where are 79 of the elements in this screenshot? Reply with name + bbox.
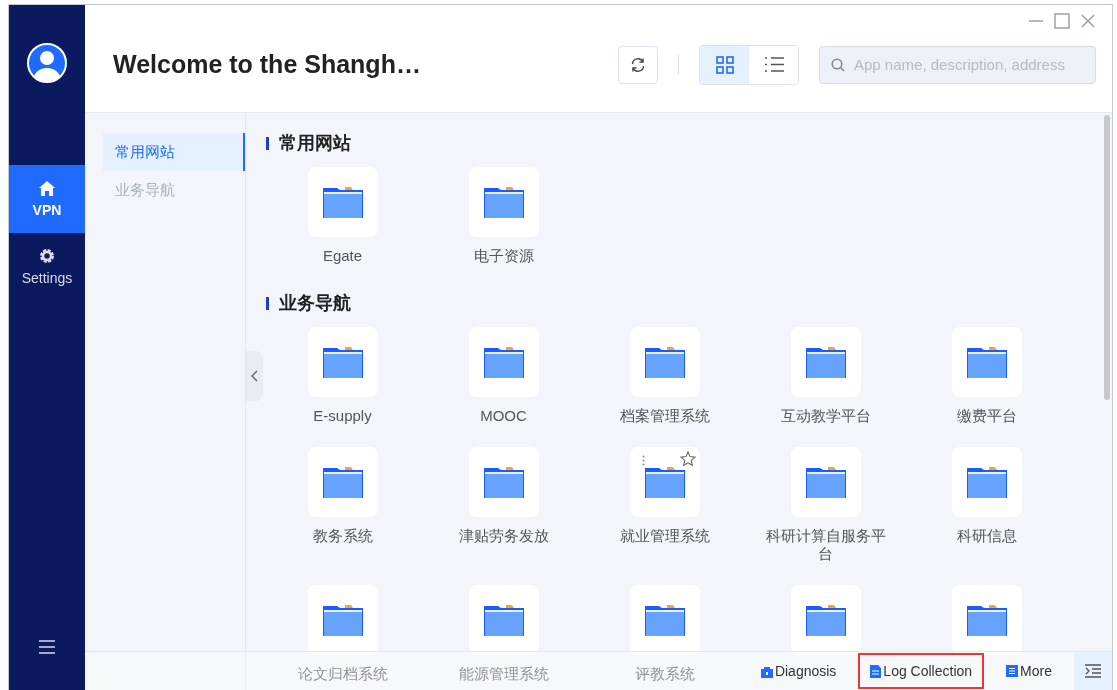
app-label: 津贴劳务发放 [457, 527, 550, 545]
search-field[interactable]: App name, description, address [819, 45, 1096, 84]
app-tile[interactable] [629, 585, 700, 655]
section-title: 业务导航 [279, 292, 351, 315]
app-tile[interactable] [790, 585, 861, 655]
folder-icon [483, 346, 524, 378]
nav-item[interactable]: Settings [9, 233, 85, 301]
footer-link[interactable]: Log Collection [858, 653, 985, 689]
app-tile[interactable] [307, 585, 378, 655]
nav-item[interactable]: VPN [9, 165, 85, 233]
folder-icon [966, 466, 1007, 498]
folder-icon [322, 186, 363, 218]
folder-icon [805, 466, 846, 498]
folder-icon [805, 604, 846, 636]
app-label: 评教系统 [633, 665, 696, 683]
window-title: Welcome to the Shangh… [113, 50, 422, 79]
app-label: 档案管理系统 [618, 407, 711, 425]
folder-icon [483, 466, 524, 498]
home-icon [39, 180, 55, 196]
app-label: 教务系统 [311, 527, 374, 545]
app-tile[interactable] [307, 327, 378, 397]
app-label: 互动教学平台 [779, 407, 872, 425]
folder-icon [322, 346, 363, 378]
drag-handle-icon[interactable] [641, 455, 645, 466]
folder-icon [644, 466, 685, 498]
app-label: 科研信息 [955, 527, 1018, 545]
folder-icon [322, 466, 363, 498]
category-item[interactable]: 常用网站 [103, 133, 245, 171]
app-tile[interactable] [307, 447, 378, 517]
toolbox-icon [760, 664, 773, 678]
folder-icon [483, 604, 524, 636]
footer-link[interactable]: More [994, 653, 1064, 689]
app-label: E-supply [312, 407, 373, 425]
refresh-button[interactable] [618, 45, 658, 84]
refresh-icon [630, 56, 646, 73]
app-label: Egate [321, 247, 364, 265]
folder-icon [322, 604, 363, 636]
app-tile[interactable] [951, 447, 1022, 517]
section-title: 常用网站 [279, 132, 351, 155]
grid-view-icon [715, 55, 734, 74]
app-tile[interactable] [468, 447, 539, 517]
folder-icon [966, 346, 1007, 378]
star-icon[interactable] [679, 451, 696, 467]
app-tile[interactable] [790, 327, 861, 397]
app-tile[interactable] [629, 327, 700, 397]
scrollbar[interactable] [1104, 115, 1110, 400]
list-icon [1006, 665, 1019, 677]
app-tile[interactable] [468, 585, 539, 655]
app-label: 就业管理系统 [618, 527, 711, 545]
folder-icon [805, 346, 846, 378]
app-label: 能源管理系统 [457, 665, 550, 683]
close-icon[interactable] [1080, 13, 1096, 29]
folder-icon [483, 186, 524, 218]
search-icon [831, 57, 845, 72]
app-label: 电子资源 [472, 247, 535, 265]
menu-icon[interactable] [39, 640, 55, 654]
view-toggle[interactable] [700, 45, 749, 84]
app-tile[interactable] [629, 447, 700, 517]
expand-panel-button[interactable] [1074, 652, 1112, 690]
folder-icon [644, 604, 685, 636]
user-avatar[interactable] [27, 43, 67, 83]
app-label: 科研计算自服务平台 [764, 527, 887, 563]
app-tile[interactable] [951, 585, 1022, 655]
document-icon [870, 664, 882, 678]
app-label: MOOC [479, 407, 528, 425]
app-label: 论文归档系统 [296, 665, 389, 683]
folder-icon [644, 346, 685, 378]
folder-icon [966, 604, 1007, 636]
app-label: 缴费平台 [955, 407, 1018, 425]
app-tile[interactable] [468, 327, 539, 397]
settings-icon [39, 248, 55, 264]
footer-link[interactable]: Diagnosis [748, 653, 849, 689]
chevron-left-icon [251, 370, 258, 382]
app-tile[interactable] [468, 167, 539, 237]
app-tile[interactable] [307, 167, 378, 237]
app-tile[interactable] [951, 327, 1022, 397]
app-tile[interactable] [790, 447, 861, 517]
list-view-icon [763, 56, 784, 73]
indent-icon [1085, 664, 1101, 678]
